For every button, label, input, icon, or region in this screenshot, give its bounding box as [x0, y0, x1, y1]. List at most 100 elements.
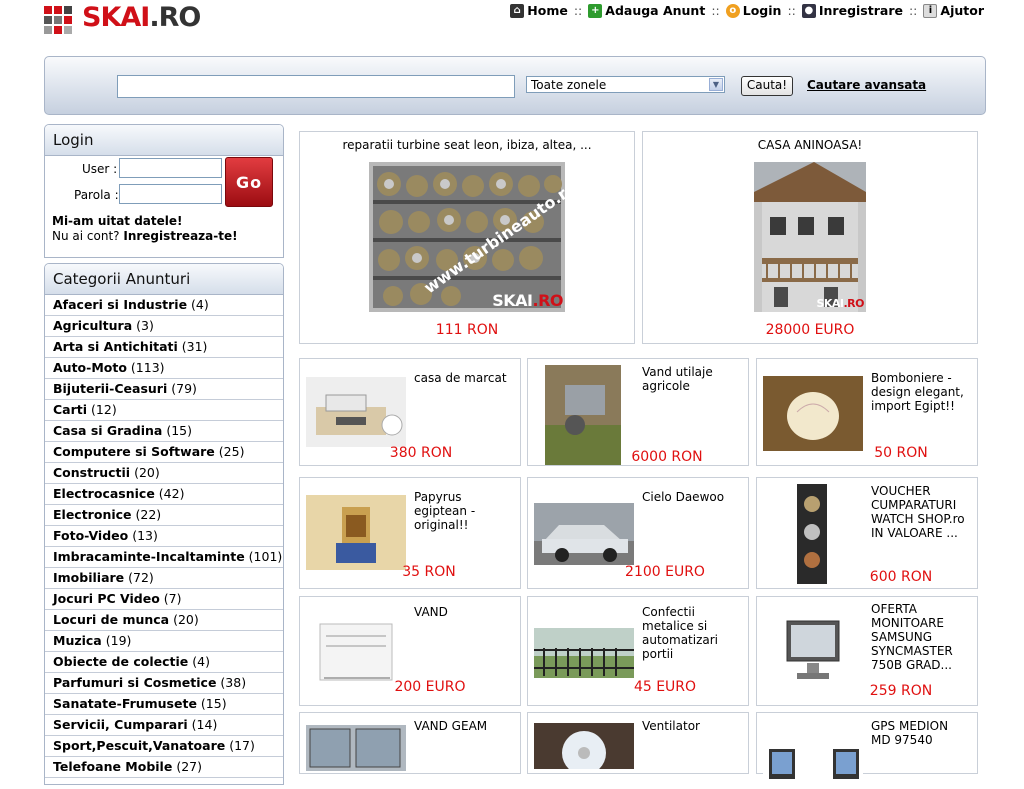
- nav-separator: ::: [711, 3, 720, 18]
- window-glass-image: [309, 728, 401, 768]
- fan-image: [562, 731, 606, 769]
- watch-voucher-image: [804, 496, 820, 568]
- category-item[interactable]: Servicii, Cumparari (14): [45, 715, 283, 736]
- listing-card[interactable]: VAND 200 EURO: [299, 596, 521, 706]
- turbo-photo: www.turbineauto.ro SKAI.RO: [369, 162, 565, 312]
- category-name: Electronice: [53, 507, 132, 522]
- listing-title: VAND: [414, 605, 448, 619]
- category-name: Muzica: [53, 633, 102, 648]
- password-label: Parola :: [74, 188, 119, 202]
- nav-add-ad-label: Adauga Anunt: [605, 3, 706, 18]
- nav-home[interactable]: ⌂ Home: [510, 3, 568, 18]
- password-field[interactable]: [119, 184, 222, 204]
- logo-text: SKAI: [82, 2, 150, 33]
- category-item[interactable]: Sanatate-Frumusete (15): [45, 694, 283, 715]
- category-name: Sport,Pescuit,Vanatoare: [53, 738, 226, 753]
- categories-box: Categorii Anunturi Afaceri si Industrie …: [44, 263, 284, 785]
- category-item[interactable]: Sport,Pescuit,Vanatoare (17): [45, 736, 283, 757]
- user-field[interactable]: [119, 158, 222, 178]
- nav-help[interactable]: i Ajutor: [923, 3, 984, 18]
- category-item[interactable]: Parfumuri si Cosmetice (38): [45, 673, 283, 694]
- category-item[interactable]: Casa si Gradina (15): [45, 421, 283, 442]
- category-name: Imobiliare: [53, 570, 125, 585]
- listing-price: 111 RON: [435, 322, 499, 338]
- nav-register-label: Inregistrare: [818, 3, 903, 18]
- nav-help-label: Ajutor: [940, 3, 984, 18]
- category-item[interactable]: Computere si Software (25): [45, 442, 283, 463]
- search-bar: Toate zonele ▼ Cauta! Cautare avansata: [44, 56, 986, 115]
- login-go-button[interactable]: Go: [225, 157, 273, 207]
- category-item[interactable]: Constructii (20): [45, 463, 283, 484]
- listing-card[interactable]: Cielo Daewoo 2100 EURO: [527, 477, 749, 589]
- zone-select[interactable]: Toate zonele ▼: [526, 76, 725, 93]
- gps-device-image: [769, 749, 859, 779]
- category-item[interactable]: Auto-Moto (113): [45, 358, 283, 379]
- nav-add-ad[interactable]: + Adauga Anunt: [588, 3, 705, 18]
- category-count: (15): [200, 696, 227, 711]
- category-name: Jocuri PC Video: [53, 591, 160, 606]
- categories-title: Categorii Anunturi: [45, 264, 283, 295]
- search-button[interactable]: Cauta!: [741, 76, 793, 96]
- category-item[interactable]: Carti (12): [45, 400, 283, 421]
- category-item[interactable]: Muzica (19): [45, 631, 283, 652]
- category-count: (7): [163, 591, 182, 606]
- category-item[interactable]: Agricultura (3): [45, 316, 283, 337]
- category-item[interactable]: Arta si Antichitati (31): [45, 337, 283, 358]
- category-name: Carti: [53, 402, 88, 417]
- login-title: Login: [45, 125, 283, 156]
- listing-card[interactable]: VOUCHER CUMPARATURI WATCH SHOP.ro IN VAL…: [756, 477, 978, 589]
- category-item[interactable]: Jocuri PC Video (7): [45, 589, 283, 610]
- nav-register[interactable]: ● Inregistrare: [801, 3, 903, 18]
- category-name: Servicii, Cumparari: [53, 717, 188, 732]
- nav-separator: ::: [573, 3, 583, 18]
- category-item[interactable]: Afaceri si Industrie (4): [45, 295, 283, 316]
- category-name: Foto-Video: [53, 528, 129, 543]
- nav-login[interactable]: o Login: [725, 3, 781, 18]
- logo-suffix: .RO: [149, 2, 201, 33]
- listing-card[interactable]: casa de marcat 380 RON: [299, 358, 521, 466]
- listing-card[interactable]: Papyrus egiptean - original!! 35 RON: [299, 477, 521, 589]
- category-list: Afaceri si Industrie (4) Agricultura (3) A…: [45, 295, 283, 778]
- forgot-credentials-link[interactable]: Mi-am uitat datele!: [52, 214, 183, 228]
- category-count: (25): [218, 444, 245, 459]
- listing-card[interactable]: Bomboniere - design elegant, import Egip…: [756, 358, 978, 466]
- papyrus-image: [336, 507, 376, 563]
- listing-title: GPS MEDION MD 97540: [871, 719, 949, 747]
- listing-title: Vand utilaje agricole: [642, 365, 713, 393]
- listing-price: 45 EURO: [633, 679, 697, 695]
- category-item[interactable]: Electronice (22): [45, 505, 283, 526]
- listing-title: casa de marcat: [414, 371, 507, 385]
- listing-thumbnail: [763, 376, 863, 451]
- listing-card[interactable]: OFERTA MONITOARE SAMSUNG SYNCMASTER 750B…: [756, 596, 978, 706]
- site-logo[interactable]: SKAI.RO: [44, 2, 210, 38]
- search-input[interactable]: [117, 75, 515, 98]
- listing-price: 6000 RON: [631, 449, 703, 465]
- candy-box-image: [787, 392, 839, 440]
- document-image: [319, 623, 393, 681]
- featured-listing[interactable]: reparatii turbine seat leon, ibiza, alte…: [299, 131, 635, 344]
- listing-title: CASA ANINOASA!: [757, 138, 863, 152]
- register-link[interactable]: Inregistreaza-te!: [123, 229, 237, 243]
- category-item[interactable]: Obiecte de colectie (4): [45, 652, 283, 673]
- category-item[interactable]: Locuri de munca (20): [45, 610, 283, 631]
- listing-price: 200 EURO: [394, 679, 466, 695]
- category-name: Obiecte de colectie: [53, 654, 189, 669]
- listing-card[interactable]: GPS MEDION MD 97540: [756, 712, 978, 789]
- listing-card[interactable]: VAND GEAM: [299, 712, 521, 774]
- listing-card[interactable]: Confectii metalice si automatizari porti…: [527, 596, 749, 706]
- listing-card[interactable]: Ventilator: [527, 712, 749, 774]
- listing-card[interactable]: Vand utilaje agricole 6000 RON: [527, 358, 749, 466]
- listing-title: Confectii metalice si automatizari porti…: [642, 605, 719, 661]
- advanced-search-link[interactable]: Cautare avansata: [807, 78, 926, 92]
- home-icon: ⌂: [510, 3, 525, 18]
- category-item[interactable]: Bijuterii-Ceasuri (79): [45, 379, 283, 400]
- featured-listing[interactable]: CASA ANINOASA! SKAI.RO 28000 EURO: [642, 131, 978, 344]
- category-item[interactable]: Imbracaminte-Incaltaminte (101): [45, 547, 283, 568]
- category-count: (20): [173, 612, 199, 627]
- category-name: Bijuterii-Ceasuri: [53, 381, 168, 396]
- category-item[interactable]: Foto-Video (13): [45, 526, 283, 547]
- listing-thumbnail: [306, 495, 406, 570]
- category-item[interactable]: Electrocasnice (42): [45, 484, 283, 505]
- category-name: Arta si Antichitati: [53, 339, 178, 354]
- category-item[interactable]: Imobiliare (72): [45, 568, 283, 589]
